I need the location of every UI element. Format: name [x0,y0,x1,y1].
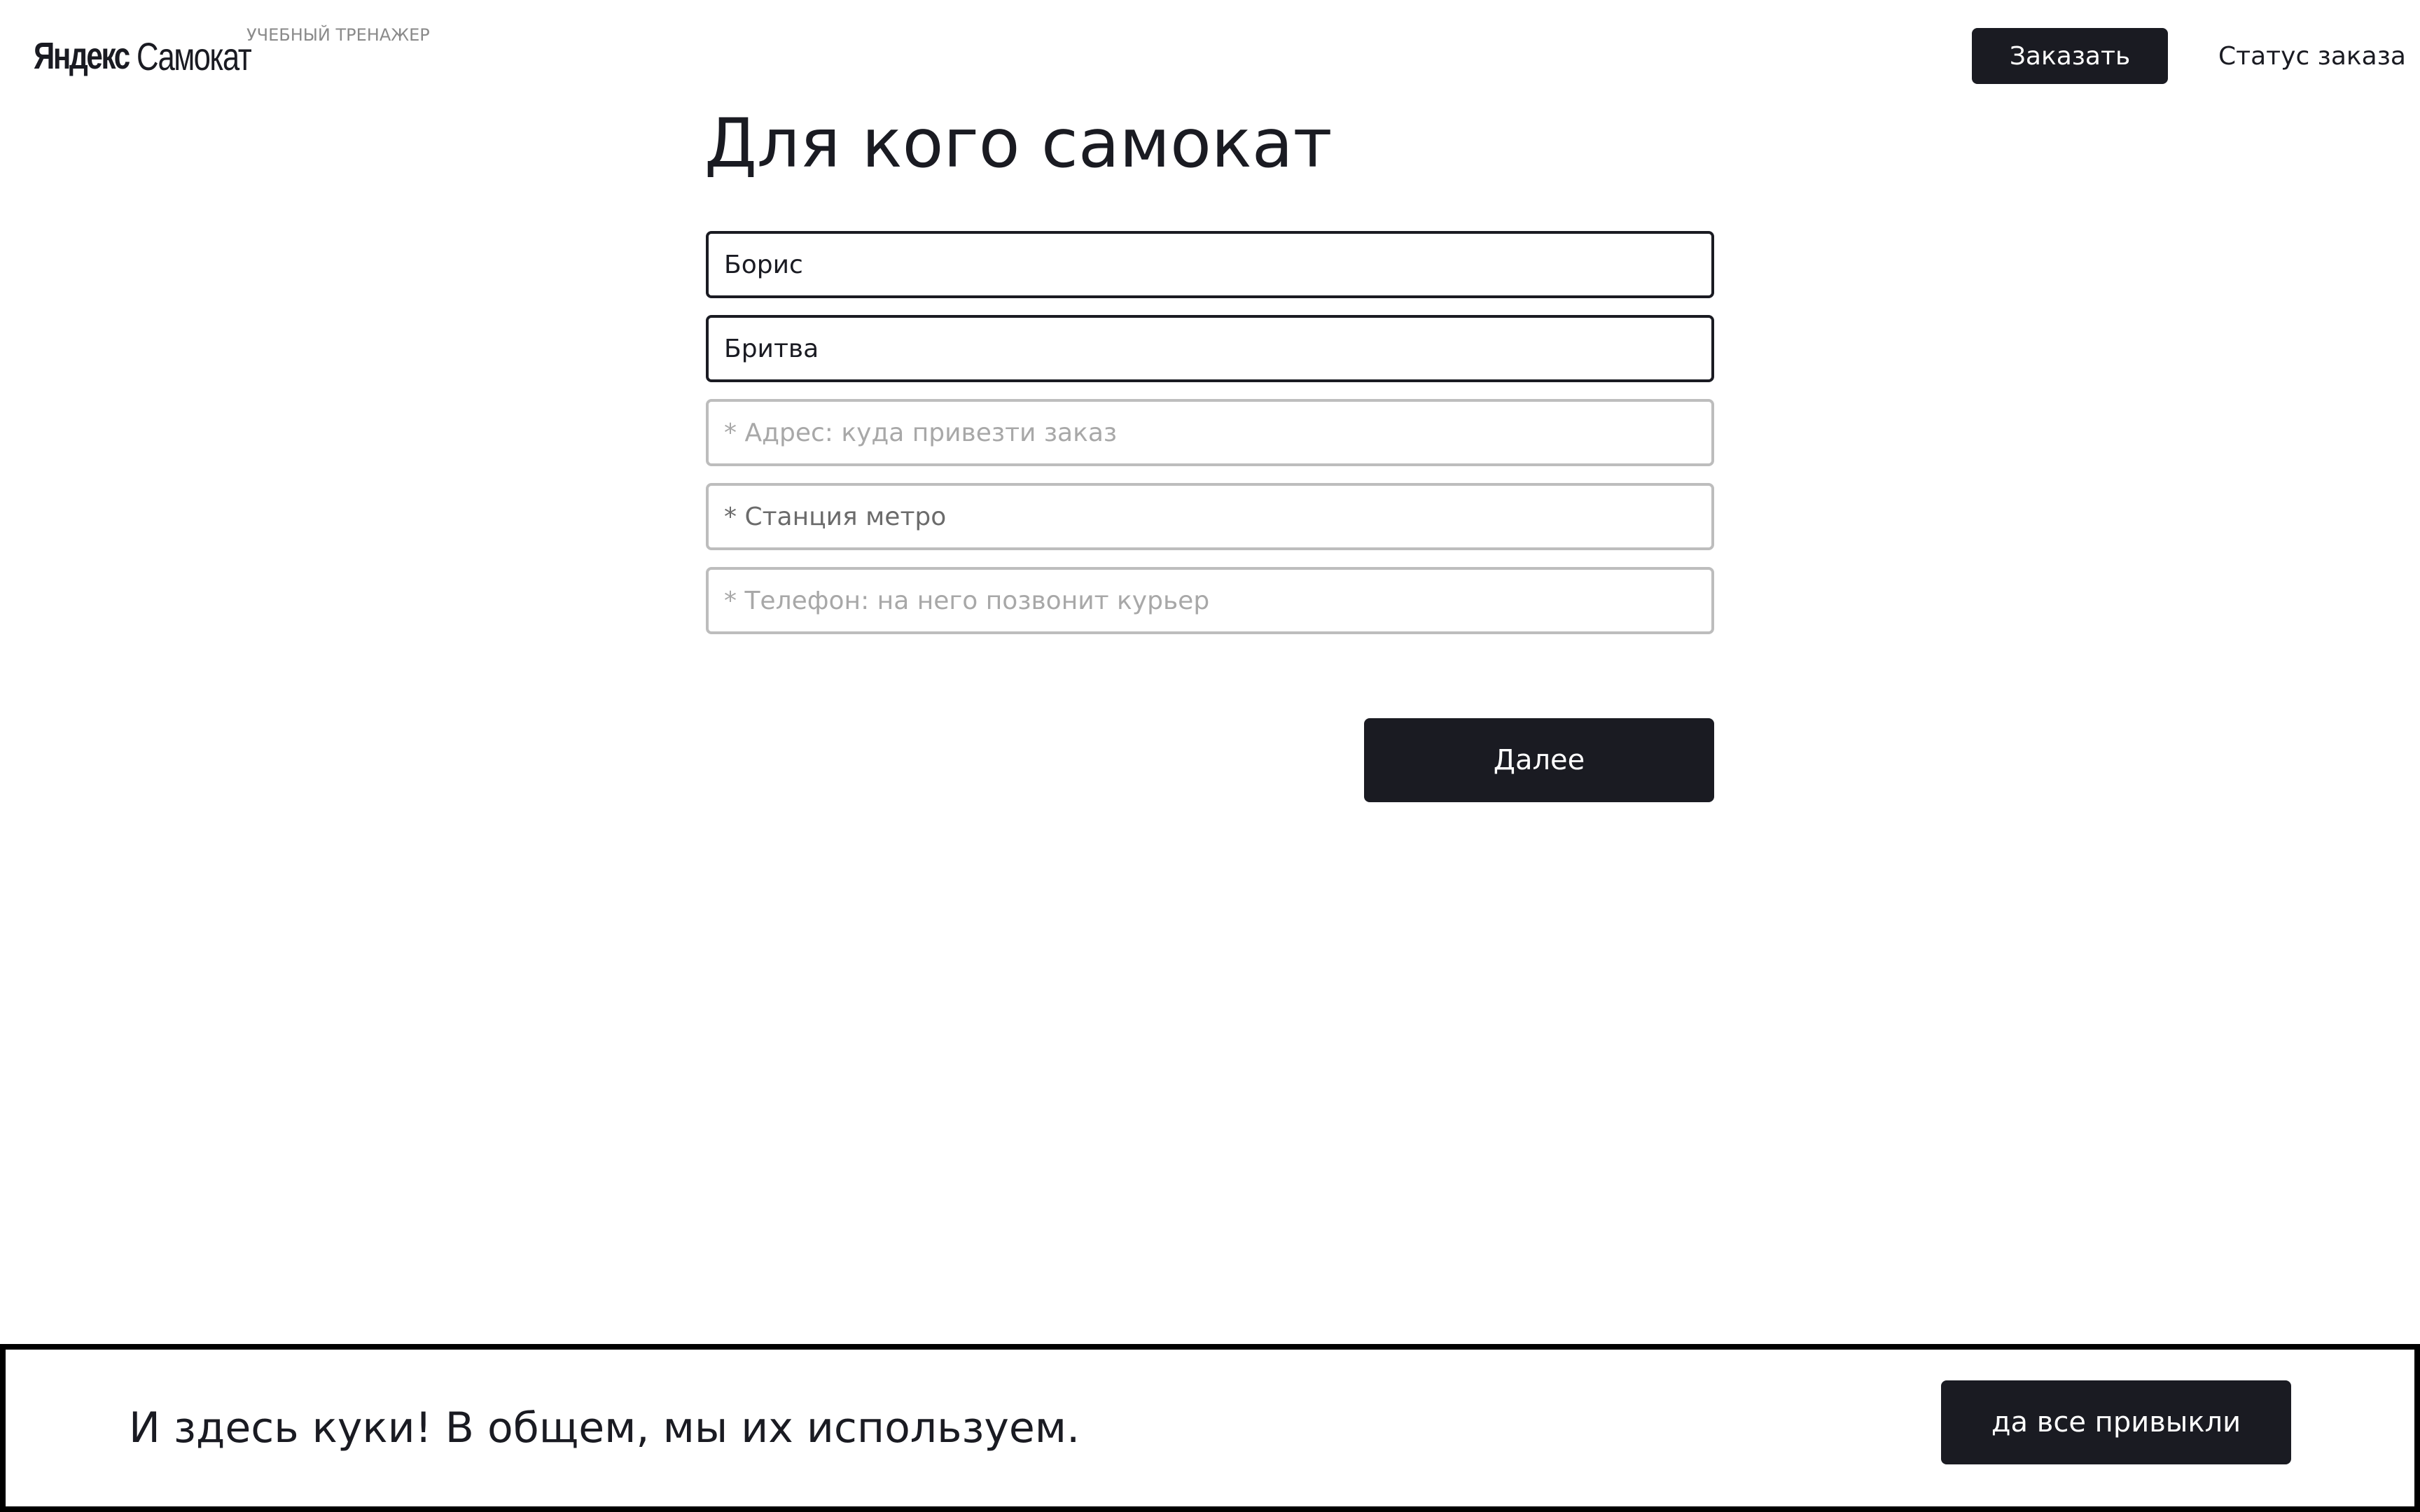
yandex-samokat-logo[interactable]: Яндекс Самокат [34,28,252,84]
cookie-banner: И здесь куки! В общем, мы их используем.… [0,1344,2420,1512]
phone-input[interactable] [706,567,1714,634]
next-button[interactable]: Далее [1364,718,1714,802]
logo-subtitle: УЧЕБНЫЙ ТРЕНАЖЕР [246,25,430,45]
page-title: Для кого самокат [704,104,1333,183]
first-name-input[interactable] [706,231,1714,298]
order-button[interactable]: Заказать [1972,28,2168,84]
cookie-banner-text: И здесь куки! В общем, мы их используем. [129,1404,1080,1452]
order-status-link[interactable]: Статус заказа [2218,28,2406,84]
address-input[interactable] [706,399,1714,466]
cookie-accept-button[interactable]: да все привыкли [1941,1380,2291,1464]
last-name-input[interactable] [706,315,1714,382]
metro-station-input[interactable] [706,483,1714,550]
logo-product: Самокат [137,34,252,78]
site-header: Яндекс Самокат УЧЕБНЫЙ ТРЕНАЖЕР Заказать… [0,0,2420,112]
logo-brand: Яндекс [34,35,130,77]
